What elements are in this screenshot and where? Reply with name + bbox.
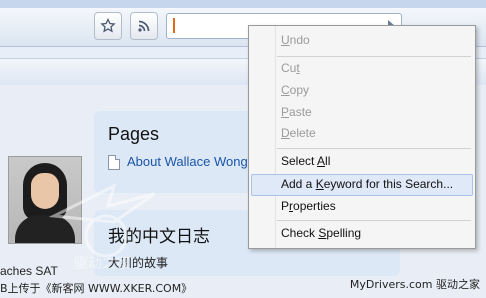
feed-button[interactable] [130,12,158,40]
text-caret [173,18,175,33]
menu-item-undo[interactable]: Undo [281,33,310,47]
window-top-strip [0,0,486,8]
credit-site: MyDrivers.com [349,278,433,291]
menu-item-delete[interactable]: Delete [281,126,316,140]
menu-item-properties[interactable]: Properties [281,199,336,213]
menu-item-copy[interactable]: Copy [281,83,309,97]
watermark-logo: 驱动之家 [44,176,174,276]
menu-item-add-keyword[interactable]: Add a Keyword for this Search... [281,177,453,191]
menu-separator [277,56,471,57]
credit-text: MyDrivers.com 驱动之家 [350,276,480,292]
watermark-text: 驱动之家 [74,255,130,272]
context-menu: Undo Cut Copy Paste Delete Select All Ad… [248,25,476,249]
pages-heading: Pages [108,124,160,144]
bookmark-button[interactable] [94,12,122,40]
menu-item-select-all[interactable]: Select All [281,154,330,168]
menu-separator [277,220,471,221]
page-icon [108,155,120,170]
menu-item-paste[interactable]: Paste [281,105,312,119]
upload-caption: B上传于《新客网 WWW.XKER.COM》 [0,282,193,295]
star-icon [100,18,116,34]
menu-item-check-spelling[interactable]: Check Spelling [281,226,361,240]
pages-link-about[interactable]: About Wallace Wong [127,154,248,169]
menu-item-cut[interactable]: Cut [281,61,300,75]
menu-gutter [275,26,276,248]
credit-brand: 驱动之家 [436,278,480,291]
menu-separator [277,148,471,149]
rss-icon [136,18,152,34]
